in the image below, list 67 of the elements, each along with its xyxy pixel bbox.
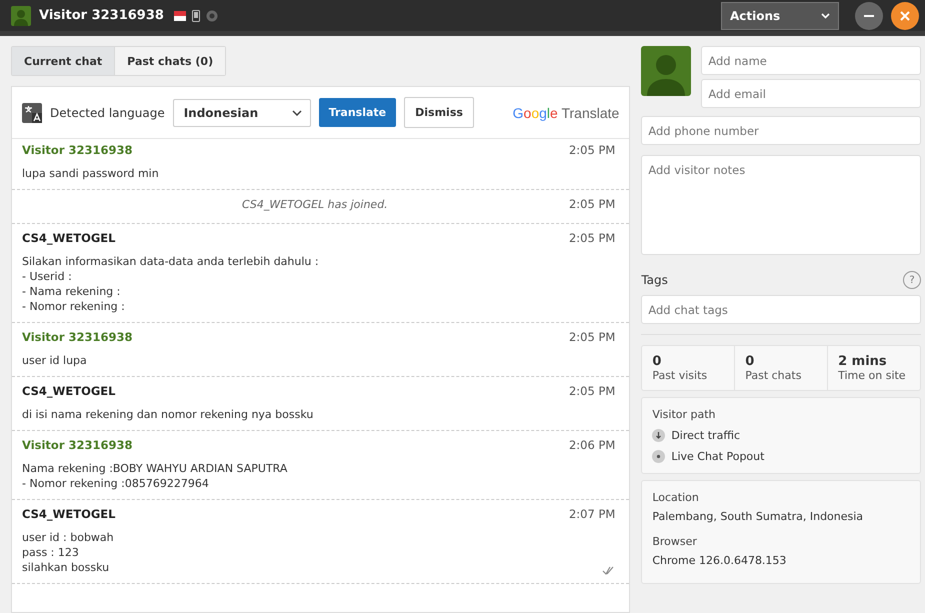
message-text: - Userid : bbox=[22, 269, 73, 284]
dot-icon bbox=[652, 450, 666, 463]
chat-tab[interactable]: Current chat bbox=[12, 47, 116, 75]
message-text: Nama rekening :BOBY WAHYU ARDIAN SAPUTRA bbox=[22, 461, 288, 476]
path-item: Live Chat Popout bbox=[671, 450, 764, 463]
message-author: CS4_WETOGEL bbox=[22, 384, 116, 398]
translate-icon bbox=[22, 102, 42, 122]
close-icon bbox=[900, 10, 910, 20]
email-field[interactable]: Add email bbox=[701, 79, 921, 108]
actions-dropdown[interactable]: Actions bbox=[721, 2, 839, 30]
info-value: Palembang, South Sumatra, Indonesia bbox=[652, 510, 864, 523]
caret-icon bbox=[292, 110, 302, 116]
tags-field[interactable]: Add chat tags bbox=[641, 295, 921, 324]
language-select[interactable]: Indonesian bbox=[172, 98, 311, 126]
message-text: user id : bobwah bbox=[22, 530, 114, 545]
message-author: CS4_WETOGEL bbox=[22, 231, 116, 245]
message-text: Silakan informasikan data-data anda terlebih dahulu : bbox=[22, 254, 319, 269]
stat-value: 0 bbox=[652, 354, 662, 369]
notes-field[interactable]: Add visitor notes bbox=[641, 155, 921, 255]
translate-button[interactable]: Translate bbox=[318, 98, 396, 127]
phone-field[interactable]: Add phone number bbox=[641, 116, 921, 145]
detected-language-label: Detected language bbox=[50, 106, 165, 120]
stat-label: Past chats bbox=[745, 369, 802, 382]
avatar-icon bbox=[641, 46, 692, 96]
message-text: silahkan bossku bbox=[22, 560, 110, 575]
message-text: lupa sandi password min bbox=[22, 166, 159, 181]
stat-value: 2 mins bbox=[838, 354, 888, 369]
message-text: user id lupa bbox=[22, 353, 87, 368]
tags-label: Tags bbox=[641, 273, 668, 287]
dismiss-button[interactable]: Dismiss bbox=[404, 97, 474, 128]
info-label: Location bbox=[652, 491, 700, 504]
window-title: Visitor 32316938 bbox=[39, 8, 164, 23]
stat-label: Time on site bbox=[838, 369, 907, 382]
message-time: 2:05 PM bbox=[568, 143, 616, 157]
message-time: 2:05 PM bbox=[568, 231, 616, 245]
path-item: Direct traffic bbox=[671, 429, 740, 442]
close-button[interactable] bbox=[891, 2, 919, 30]
card-title: Visitor path bbox=[652, 408, 717, 421]
message-author: Visitor 32316938 bbox=[22, 143, 133, 157]
help-button[interactable]: ? bbox=[903, 271, 921, 289]
message-time: 2:06 PM bbox=[568, 438, 616, 452]
google-translate-logo: Google Translate bbox=[512, 104, 620, 120]
name-field[interactable]: Add name bbox=[701, 46, 921, 75]
message-author: Visitor 32316938 bbox=[22, 330, 133, 344]
message-text: - Nama rekening : bbox=[22, 284, 122, 299]
message-author: Visitor 32316938 bbox=[22, 438, 133, 452]
stat-value: 0 bbox=[745, 354, 756, 369]
message-text: - Nomor rekening : bbox=[22, 299, 126, 314]
stat-label: Past visits bbox=[652, 369, 708, 382]
flag-icon bbox=[174, 10, 186, 20]
info-value: Chrome 126.0.6478.153 bbox=[652, 554, 788, 567]
message-time: 2:05 PM bbox=[568, 330, 616, 344]
message-time: 2:05 PM bbox=[568, 197, 616, 211]
minus-icon bbox=[864, 14, 874, 16]
event-text: CS4_WETOGEL has joined. bbox=[242, 198, 388, 210]
info-label: Browser bbox=[652, 535, 698, 548]
message-time: 2:07 PM bbox=[568, 507, 616, 521]
minimize-button[interactable] bbox=[855, 2, 883, 30]
message-time: 2:05 PM bbox=[568, 384, 616, 398]
message-text: di isi nama rekening dan nomor rekening nya bossku bbox=[22, 407, 314, 422]
message-author: CS4_WETOGEL bbox=[22, 507, 116, 521]
phone-icon bbox=[192, 10, 200, 22]
caret-icon bbox=[821, 12, 830, 18]
message-text: - Nomor rekening :085769227964 bbox=[22, 476, 210, 491]
avatar-icon bbox=[11, 6, 31, 26]
arrow-down-icon bbox=[652, 429, 666, 442]
message-text: pass : 123 bbox=[22, 545, 80, 560]
